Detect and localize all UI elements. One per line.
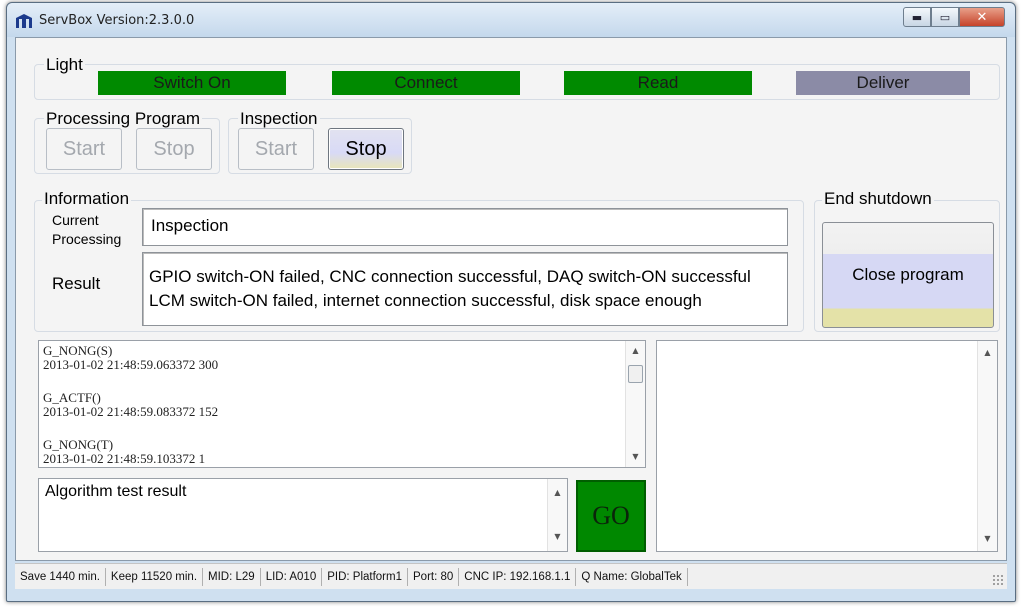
- light-group-label: Light: [44, 55, 85, 74]
- end-shutdown-label: End shutdown: [822, 189, 934, 208]
- algorithm-result-label: Algorithm test result: [45, 483, 187, 500]
- processing-start-button[interactable]: Start: [46, 128, 122, 170]
- inspection-stop-button[interactable]: Stop: [328, 128, 404, 170]
- log-entry-name: G_NONG(T): [43, 437, 114, 452]
- current-processing-field[interactable]: Inspection: [142, 208, 788, 246]
- log-entry-value: 2013-01-02 21:48:59.103372 1: [43, 451, 206, 466]
- log-entry-value: 2013-01-02 21:48:59.063372 300: [43, 357, 219, 372]
- inspection-label: Inspection: [238, 109, 320, 128]
- log-entry: G_NONG(T) 2013-01-02 21:48:59.103372 1: [39, 438, 645, 466]
- current-processing-value: Inspection: [151, 216, 229, 235]
- processing-program-label: Processing Program: [44, 109, 203, 128]
- scroll-down-arrow-icon[interactable]: ▼: [978, 531, 997, 547]
- minimize-button[interactable]: ▬: [903, 7, 931, 27]
- go-button[interactable]: GO: [576, 480, 646, 552]
- status-cnc-ip: CNC IP: 192.168.1.1: [459, 567, 577, 586]
- right-list-scrollbar[interactable]: ▲ ▼: [977, 341, 997, 551]
- log-content: G_NONG(S) 2013-01-02 21:48:59.063372 300…: [39, 341, 645, 466]
- log-entry-name: G_ACTF(): [43, 390, 101, 405]
- inspection-start-button[interactable]: Start: [238, 128, 314, 170]
- log-entry: G_ACTF() 2013-01-02 21:48:59.083372 152: [39, 391, 645, 419]
- algorithm-scrollbar[interactable]: ▲ ▼: [547, 479, 567, 551]
- scroll-down-arrow-icon[interactable]: ▼: [548, 529, 567, 545]
- log-entry-value: 2013-01-02 21:48:59.083372 152: [43, 404, 219, 419]
- light-switch-on: Switch On: [98, 71, 286, 95]
- maximize-button[interactable]: ▭: [931, 7, 959, 27]
- result-line-2: LCM switch-ON failed, internet connectio…: [149, 291, 702, 310]
- status-q-name: Q Name: GlobalTek: [576, 567, 688, 586]
- processing-stop-button[interactable]: Stop: [136, 128, 212, 170]
- light-deliver: Deliver: [796, 71, 970, 95]
- light-connect: Connect: [332, 71, 520, 95]
- status-bar: Save 1440 min. Keep 11520 min. MID: L29 …: [15, 563, 1007, 589]
- current-label-line1: Current: [52, 212, 99, 228]
- status-save: Save 1440 min.: [15, 567, 106, 586]
- window-title: ServBox Version:2.3.0.0: [39, 13, 195, 28]
- algorithm-result-box[interactable]: Algorithm test result ▲ ▼: [38, 478, 568, 552]
- status-mid: MID: L29: [203, 567, 261, 586]
- result-label: Result: [52, 274, 101, 293]
- client-area: Light Switch On Connect Read Deliver Pro…: [15, 37, 1007, 561]
- log-entry: G_NONG(S) 2013-01-02 21:48:59.063372 300: [39, 344, 645, 372]
- result-line-1: GPIO switch-ON failed, CNC connection su…: [149, 267, 751, 286]
- title-bar[interactable]: ServBox Version:2.3.0.0 ▬ ▭ ✕: [7, 3, 1015, 37]
- window-controls: ▬ ▭ ✕: [903, 7, 1005, 27]
- close-program-button[interactable]: Close program: [822, 222, 994, 328]
- current-label-line2: Processing: [52, 231, 122, 247]
- app-logo-icon: [16, 14, 32, 28]
- scroll-up-arrow-icon[interactable]: ▲: [548, 485, 567, 501]
- resize-grip-icon[interactable]: [992, 574, 1004, 586]
- app-window: ServBox Version:2.3.0.0 ▬ ▭ ✕ Light Swit…: [6, 2, 1016, 602]
- log-list[interactable]: G_NONG(S) 2013-01-02 21:48:59.063372 300…: [38, 340, 646, 468]
- scroll-thumb[interactable]: [628, 365, 643, 383]
- result-field[interactable]: GPIO switch-ON failed, CNC connection su…: [142, 252, 788, 326]
- status-lid: LID: A010: [261, 567, 323, 586]
- status-keep: Keep 11520 min.: [106, 567, 204, 586]
- scroll-down-arrow-icon[interactable]: ▼: [626, 449, 645, 465]
- log-entry-name: G_NONG(S): [43, 343, 113, 358]
- right-list[interactable]: ▲ ▼: [656, 340, 998, 552]
- log-scrollbar[interactable]: ▲ ▼: [625, 341, 645, 467]
- close-window-button[interactable]: ✕: [959, 7, 1005, 27]
- scroll-up-arrow-icon[interactable]: ▲: [978, 345, 997, 361]
- information-label: Information: [42, 189, 132, 208]
- light-read: Read: [564, 71, 752, 95]
- status-port: Port: 80: [408, 567, 460, 586]
- status-pid: PID: Platform1: [322, 567, 408, 586]
- scroll-up-arrow-icon[interactable]: ▲: [626, 343, 645, 359]
